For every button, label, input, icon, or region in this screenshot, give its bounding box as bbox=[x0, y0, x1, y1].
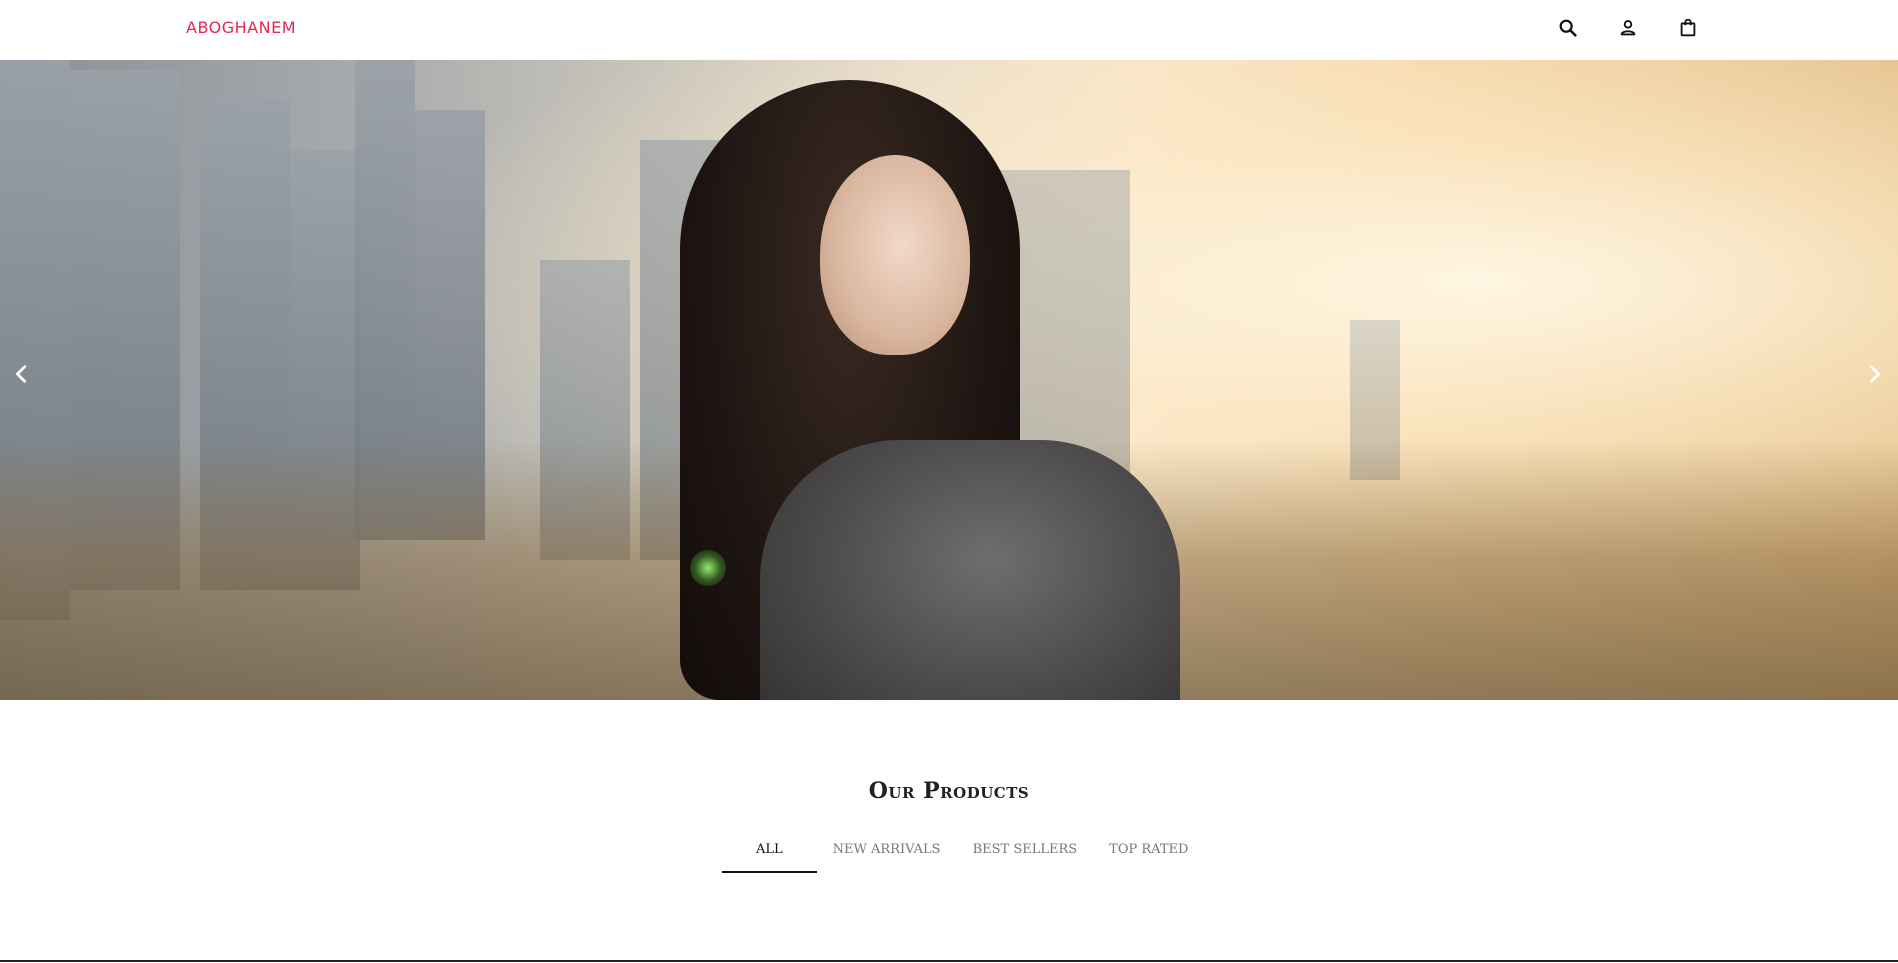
hero-person-face bbox=[820, 155, 970, 355]
carousel-next-button[interactable] bbox=[1860, 360, 1888, 388]
hero-banner bbox=[0, 60, 1898, 700]
site-header: ABOGHANEM bbox=[0, 0, 1898, 60]
divider bbox=[0, 960, 1898, 962]
product-tabs: ALL NEW ARRIVALS BEST SELLERS TOP RATED bbox=[722, 842, 1204, 873]
account-icon[interactable] bbox=[1616, 16, 1640, 40]
chevron-left-icon bbox=[16, 365, 27, 383]
chevron-right-icon bbox=[1869, 365, 1880, 383]
tab-all[interactable]: ALL bbox=[722, 842, 817, 873]
tab-new-arrivals[interactable]: NEW ARRIVALS bbox=[817, 842, 957, 873]
carousel-prev-button[interactable] bbox=[8, 360, 36, 388]
hero-lens-flare bbox=[690, 550, 726, 586]
tab-top-rated[interactable]: TOP RATED bbox=[1093, 842, 1204, 873]
header-icons bbox=[1556, 16, 1700, 40]
shopping-bag-icon[interactable] bbox=[1676, 16, 1700, 40]
search-icon[interactable] bbox=[1556, 16, 1580, 40]
tab-best-sellers[interactable]: BEST SELLERS bbox=[957, 842, 1094, 873]
section-title: Our Products bbox=[868, 778, 1030, 804]
brand-logo[interactable]: ABOGHANEM bbox=[186, 18, 296, 37]
hero-person-shirt bbox=[760, 440, 1180, 700]
